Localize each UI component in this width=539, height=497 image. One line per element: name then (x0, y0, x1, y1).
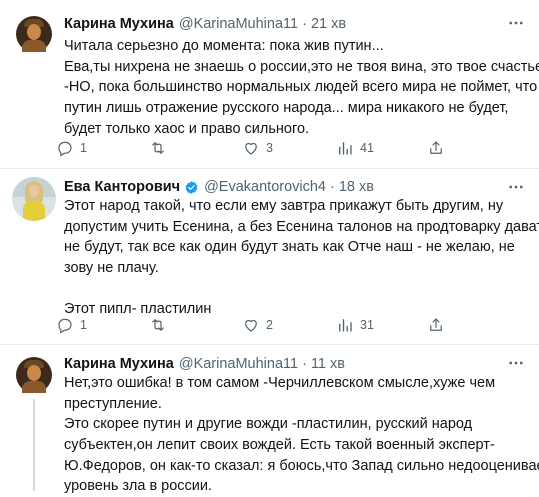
share-button[interactable] (427, 137, 445, 159)
tweet-time[interactable]: 21 хв (311, 16, 346, 32)
text-line: зову не плачу. (64, 260, 159, 277)
author-handle[interactable]: @KarinaMuhina11 (179, 16, 298, 32)
like-icon (245, 142, 257, 155)
divider (0, 344, 539, 345)
thread-line (33, 399, 35, 491)
text-line: преступление. (64, 395, 162, 412)
text-line: Ю.Федоров, он как-то сказал: я боюсь,что… (64, 457, 539, 474)
author-handle[interactable]: @KarinaMuhina11 (179, 356, 298, 372)
tweet-time[interactable]: 11 хв (311, 356, 345, 372)
verified-badge-icon (185, 180, 198, 194)
avatar-eva[interactable] (12, 177, 56, 221)
text-line: субъектен,он лепит своих вождей. Есть та… (64, 437, 495, 454)
reply-count: 1 (80, 318, 87, 332)
reply-count: 1 (80, 141, 87, 155)
reply-icon (58, 141, 72, 157)
divider (0, 168, 539, 169)
tweet-header: Карина Мухина @KarinaMuhina11 · 11 хв (64, 354, 345, 374)
reply-button[interactable]: 1 (56, 137, 87, 159)
views-count: 41 (360, 141, 374, 155)
views-icon (339, 142, 352, 155)
tweet-actions: 1 3 41 (56, 137, 476, 159)
author-name[interactable]: Карина Мухина (64, 356, 174, 372)
like-button[interactable]: 3 (242, 137, 273, 159)
like-icon (245, 319, 257, 332)
views-button[interactable]: 41 (336, 137, 374, 159)
tweet-actions: 1 2 31 (56, 314, 476, 336)
tweet-text: Нет,это ошибка! в том самом -Черчиллевск… (64, 373, 539, 497)
retweet-button[interactable] (149, 137, 173, 159)
text-line: Читала серьезно до момента: пока жив пут… (64, 38, 384, 54)
text-line: Это скорее путин и другие вожди -пластил… (64, 416, 473, 433)
text-line: -НО, пока большинство нормальных людей в… (64, 79, 538, 96)
text-line: путин лишь отражение русского народа... … (64, 100, 509, 117)
views-count: 31 (360, 318, 374, 332)
retweet-button[interactable] (149, 314, 173, 336)
reply-button[interactable]: 1 (56, 314, 87, 336)
tweet-text: Читала серьезно до момента: пока жив пут… (64, 36, 539, 139)
separator-dot: · (302, 16, 307, 32)
text-line: Нет,это ошибка! в том самом -Черчиллевск… (64, 375, 496, 391)
author-name[interactable]: Ева Канторович (64, 179, 180, 195)
like-count: 3 (266, 141, 273, 155)
text-line: не будут, так все как один будут знать к… (64, 239, 515, 256)
author-handle[interactable]: @Evakantorovich4 (204, 179, 326, 195)
views-icon (339, 319, 352, 332)
text-line: Ева,ты нихрена не знаешь о россии,это не… (64, 58, 539, 75)
retweet-icon (152, 142, 164, 154)
avatar-karina[interactable] (12, 353, 56, 397)
text-line: Этот народ такой, что если ему завтра пр… (64, 198, 504, 214)
tweet-time[interactable]: 18 хв (339, 179, 374, 195)
more-icon[interactable] (507, 14, 525, 32)
text-line: уровень зла в россии. (64, 478, 213, 495)
avatar-karina[interactable] (12, 12, 56, 56)
share-icon (430, 318, 442, 331)
tweet-text: Этот народ такой, что если ему завтра пр… (64, 196, 539, 320)
separator-dot: · (330, 179, 335, 195)
tweet-header: Ева Канторович @Evakantorovich4 · 18 хв (64, 177, 374, 197)
like-count: 2 (266, 318, 273, 332)
author-name[interactable]: Карина Мухина (64, 16, 174, 32)
more-icon[interactable] (507, 354, 525, 372)
tweet-header: Карина Мухина @KarinaMuhina11 · 21 хв (64, 14, 346, 34)
share-button[interactable] (427, 314, 445, 336)
reply-icon (58, 318, 72, 334)
separator-dot: · (302, 356, 307, 372)
text-line (64, 279, 526, 300)
retweet-icon (152, 319, 164, 331)
more-icon[interactable] (507, 178, 525, 196)
share-icon (430, 141, 442, 154)
text-line: допустим учить Есенина, а без Есенина та… (64, 218, 539, 235)
like-button[interactable]: 2 (242, 314, 273, 336)
views-button[interactable]: 31 (336, 314, 374, 336)
